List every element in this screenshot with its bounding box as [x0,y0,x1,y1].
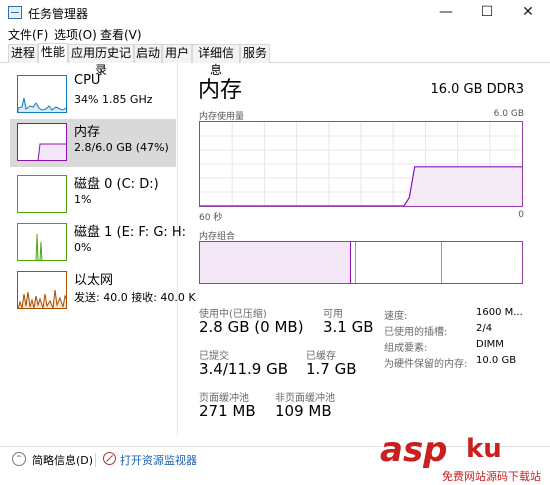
cached-value: 1.7 GB [306,360,357,378]
sidebar-cpu-detail: 34% 1.85 GHz [74,93,153,106]
composition-standby [356,242,442,283]
detail-form-value: DIMM [476,339,504,350]
committed-value: 3.4/11.9 GB [199,360,288,378]
memory-spec: 16.0 GB DDR3 [430,82,524,97]
watermark-brand: asp [380,430,448,470]
tab-performance[interactable]: 性能 [38,43,68,63]
disk1-thumbnail-graph [17,223,67,261]
sidebar-disk1-name: 磁盘 1 (E: F: G: H: [74,225,187,240]
page-title: 内存 [198,78,243,103]
resource-sidebar: CPU 34% 1.85 GHz 内存 2.8/6.0 GB (47%) 磁盘 … [0,63,196,435]
memory-usage-chart [199,121,523,207]
nonpaged-pool-value: 109 MB [275,402,332,420]
tab-services[interactable]: 服务 [240,44,270,63]
disk0-thumbnail-graph [17,175,67,213]
close-button[interactable]: ✕ [508,0,548,26]
memory-thumbnail-graph [17,123,67,161]
memory-usage-svg [200,122,522,207]
resource-monitor-icon[interactable] [103,452,116,465]
tab-startup[interactable]: 启动 [134,44,162,63]
paged-pool-value: 271 MB [199,402,256,420]
detail-reserved-value: 10.0 GB [476,355,517,366]
sidebar-ethernet-detail: 发送: 40.0 接收: 40.0 K [74,291,196,304]
usage-chart-max: 6.0 GB [493,109,524,119]
sidebar-item-disk1[interactable]: 磁盘 1 (E: F: G: H: 0% [10,219,186,267]
menu-view[interactable]: 查看(V) [100,26,142,43]
memory-composition-bar [199,241,523,284]
footer-divider [95,453,96,467]
detail-reserved-key: 为硬件保留的内存: [384,359,468,370]
watermark-site: 免费网站源码下载站 [442,468,541,484]
detail-slots-value: 2/4 [476,323,493,334]
fewer-details-button[interactable]: 简略信息(D) [32,452,93,468]
title-bar: 任务管理器 — ☐ ✕ [0,0,550,26]
watermark-brand-cn: ku [466,434,502,464]
sidebar-ethernet-name: 以太网 [74,273,114,288]
memory-detail-panel: 内存 16.0 GB DDR3 内存使用量 6.0 GB 60 秒 0 内存组合… [198,72,528,432]
open-resource-monitor-link[interactable]: 打开资源监视器 [120,452,197,468]
menu-file[interactable]: 文件(F) [8,26,48,43]
tab-users[interactable]: 用户 [162,44,192,63]
detail-speed-key: 速度: [384,311,408,322]
tab-app-history[interactable]: 应用历史记录 [68,44,134,77]
detail-form-key: 组成要素: [384,343,428,354]
tab-processes[interactable]: 进程 [8,44,38,63]
in-use-value: 2.8 GB (0 MB) [199,318,304,336]
sidebar-memory-name: 内存 [74,125,101,140]
composition-in-use [200,242,351,283]
ethernet-thumbnail-graph [17,271,67,309]
menu-options[interactable]: 选项(O) [54,26,97,43]
chevron-up-icon[interactable]: ⌃ [12,452,26,466]
site-watermark: asp ku 免费网站源码下载站 [380,430,550,485]
x-axis-left: 60 秒 [199,213,223,223]
tab-details[interactable]: 详细信息 [192,44,240,77]
sidebar-item-ethernet[interactable]: 以太网 发送: 40.0 接收: 40.0 K [10,267,196,315]
minimize-button[interactable]: — [426,0,466,26]
sidebar-disk0-name: 磁盘 0 (C: D:) [74,177,159,192]
sidebar-disk1-detail: 0% [74,241,92,254]
cpu-thumbnail-graph [17,75,67,113]
x-axis-right: 0 [518,210,524,220]
sidebar-memory-detail: 2.8/6.0 GB (47%) [74,141,169,154]
detail-speed-value: 1600 M... [476,307,523,318]
sidebar-item-disk0[interactable]: 磁盘 0 (C: D:) 1% [10,171,176,219]
sidebar-disk0-detail: 1% [74,193,92,206]
detail-slots-key: 已使用的插槽: [384,327,448,338]
sidebar-item-cpu[interactable]: CPU 34% 1.85 GHz [10,71,176,119]
task-manager-icon [8,6,22,19]
available-value: 3.1 GB [323,318,374,336]
maximize-button[interactable]: ☐ [467,0,507,26]
tab-bar: 进程 性能 应用历史记录 启动 用户 详细信息 服务 [0,43,550,77]
sidebar-item-memory[interactable]: 内存 2.8/6.0 GB (47%) [10,119,176,167]
sidebar-cpu-name: CPU [74,73,101,88]
window-title: 任务管理器 [28,7,89,21]
menu-bar: 文件(F) 选项(O) 查看(V) [0,24,550,44]
